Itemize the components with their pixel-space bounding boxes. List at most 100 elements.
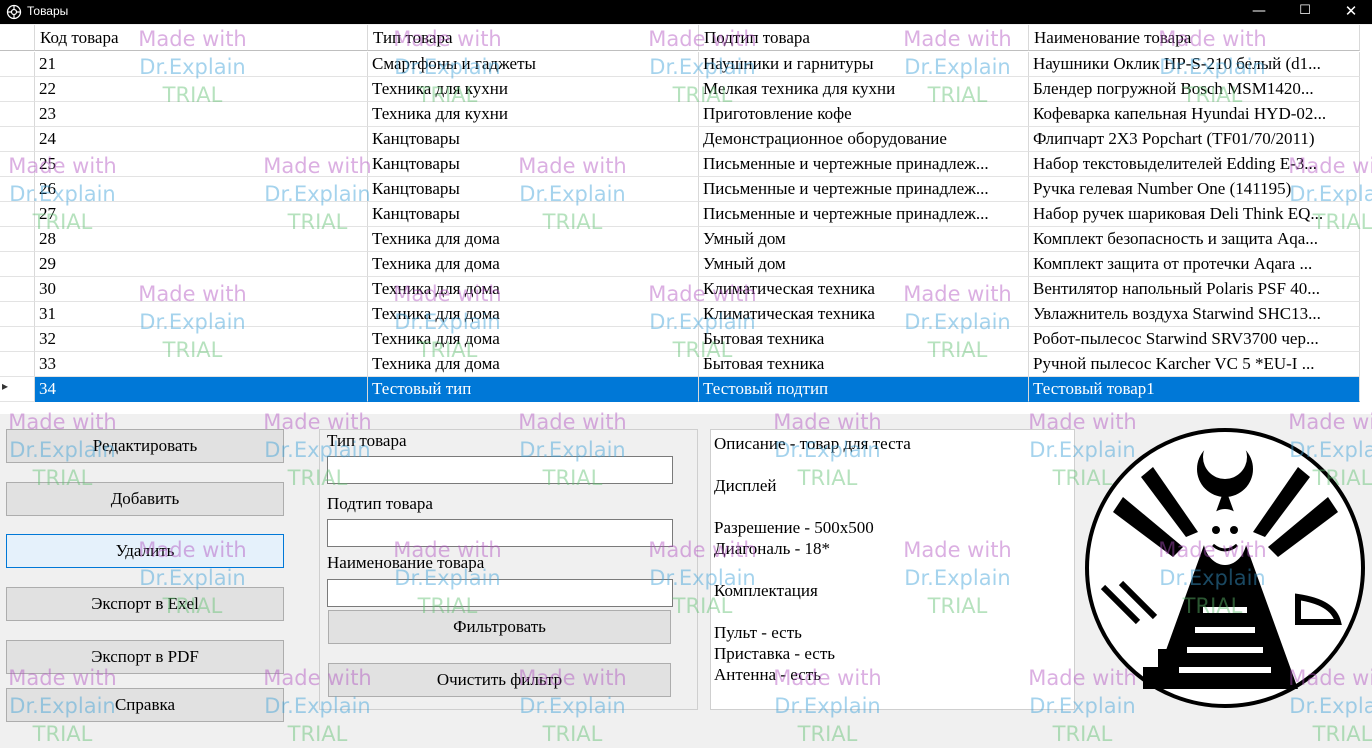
cell-subtype[interactable]: Умный дом bbox=[699, 227, 1029, 252]
filter-button[interactable]: Фильтровать bbox=[328, 610, 671, 644]
cell-type[interactable]: Техника для дома bbox=[368, 252, 699, 277]
export-excel-button[interactable]: Экспорт в Exel bbox=[6, 587, 284, 621]
column-header-type[interactable]: Тип товара bbox=[368, 25, 699, 51]
row-header[interactable] bbox=[0, 352, 35, 377]
cell-type[interactable]: Техника для дома bbox=[368, 352, 699, 377]
cell-name[interactable]: Блендер погружной Bosch MSM1420... bbox=[1029, 77, 1360, 102]
row-header[interactable] bbox=[0, 277, 35, 302]
cell-code[interactable]: 26 bbox=[35, 177, 368, 202]
table-row[interactable]: 21 Смартфоны и гаджеты Наушники и гарнитур… bbox=[0, 52, 1360, 77]
cell-subtype[interactable]: Мелкая техника для кухни bbox=[699, 77, 1029, 102]
row-header[interactable] bbox=[0, 152, 35, 177]
table-row[interactable]: 33 Техника для дома Бытовая техника Ручной … bbox=[0, 352, 1360, 377]
cell-name[interactable]: Комплект безопасность и защита Aqa... bbox=[1029, 227, 1360, 252]
cell-code[interactable]: 33 bbox=[35, 352, 368, 377]
table-row[interactable]: 29 Техника для дома Умный дом Комплект защи… bbox=[0, 252, 1360, 277]
cell-subtype[interactable]: Умный дом bbox=[699, 252, 1029, 277]
cell-name[interactable]: Наушники Оклик HP-S-210 белый (d1... bbox=[1029, 52, 1360, 77]
maximize-button[interactable]: ☐ bbox=[1282, 0, 1328, 24]
cell-name[interactable]: Вентилятор напольный Polaris PSF 40... bbox=[1029, 277, 1360, 302]
cell-type[interactable]: Канцтовары bbox=[368, 127, 699, 152]
row-header[interactable] bbox=[0, 327, 35, 352]
cell-code[interactable]: 27 bbox=[35, 202, 368, 227]
row-header[interactable] bbox=[0, 52, 35, 77]
row-header[interactable] bbox=[0, 177, 35, 202]
table-row[interactable]: 28 Техника для дома Умный дом Комплект безо… bbox=[0, 227, 1360, 252]
delete-button[interactable]: Удалить bbox=[6, 534, 284, 568]
cell-name[interactable]: Ручной пылесос Karcher VC 5 *EU-I ... bbox=[1029, 352, 1360, 377]
add-button[interactable]: Добавить bbox=[6, 482, 284, 516]
close-button[interactable]: ✕ bbox=[1328, 0, 1372, 24]
cell-type[interactable]: Канцтовары bbox=[368, 152, 699, 177]
row-header[interactable] bbox=[0, 302, 35, 327]
clear-filter-button[interactable]: Очистить фильтр bbox=[328, 663, 671, 697]
table-row[interactable]: 30 Техника для дома Климатическая техника В… bbox=[0, 277, 1360, 302]
row-header[interactable] bbox=[0, 77, 35, 102]
cell-subtype[interactable]: Бытовая техника bbox=[699, 352, 1029, 377]
cell-code[interactable]: 21 bbox=[35, 52, 368, 77]
cell-subtype[interactable]: Демонстрационное оборудование bbox=[699, 127, 1029, 152]
products-grid[interactable]: Код товара Тип товара Подтип товара Наим… bbox=[0, 25, 1372, 414]
column-header-code[interactable]: Код товара bbox=[35, 25, 368, 51]
row-header[interactable] bbox=[0, 127, 35, 152]
cell-subtype[interactable]: Приготовление кофе bbox=[699, 102, 1029, 127]
cell-type[interactable]: Техника для дома bbox=[368, 277, 699, 302]
cell-code[interactable]: 31 bbox=[35, 302, 368, 327]
cell-name[interactable]: Увлажнитель воздуха Starwind SHC13... bbox=[1029, 302, 1360, 327]
cell-code[interactable]: 30 bbox=[35, 277, 368, 302]
cell-name[interactable]: Ручка гелевая Number One (141195) bbox=[1029, 177, 1360, 202]
row-header[interactable] bbox=[0, 202, 35, 227]
cell-subtype[interactable]: Климатическая техника bbox=[699, 302, 1029, 327]
table-row[interactable]: 32 Техника для дома Бытовая техника Робот-п… bbox=[0, 327, 1360, 352]
cell-subtype[interactable]: Бытовая техника bbox=[699, 327, 1029, 352]
table-row[interactable]: 23 Техника для кухни Приготовление кофе Коф… bbox=[0, 102, 1360, 127]
name-filter-input[interactable] bbox=[327, 579, 673, 607]
product-description[interactable]: Описание - товар для теста Дисплей Разре… bbox=[710, 429, 1075, 710]
cell-subtype[interactable]: Письменные и чертежные принадлеж... bbox=[699, 202, 1029, 227]
column-header-subtype[interactable]: Подтип товара bbox=[699, 25, 1029, 51]
export-pdf-button[interactable]: Экспорт в PDF bbox=[6, 640, 284, 674]
cell-name[interactable]: Флипчарт 2X3 Popchart (TF01/70/2011) bbox=[1029, 127, 1360, 152]
minimize-button[interactable]: — bbox=[1236, 0, 1282, 24]
table-row[interactable]: 27 Канцтовары Письменные и чертежные прина… bbox=[0, 202, 1360, 227]
cell-code[interactable]: 34 bbox=[35, 377, 368, 402]
cell-name[interactable]: Робот-пылесос Starwind SRV3700 чер... bbox=[1029, 327, 1360, 352]
row-header[interactable] bbox=[0, 252, 35, 277]
cell-type[interactable]: Тестовый тип bbox=[368, 377, 699, 402]
cell-subtype[interactable]: Климатическая техника bbox=[699, 277, 1029, 302]
cell-type[interactable]: Техника для дома bbox=[368, 227, 699, 252]
cell-code[interactable]: 24 bbox=[35, 127, 368, 152]
row-header[interactable] bbox=[0, 102, 35, 127]
cell-name[interactable]: Набор текстовыделителей Edding E-3... bbox=[1029, 152, 1360, 177]
cell-subtype[interactable]: Письменные и чертежные принадлеж... bbox=[699, 152, 1029, 177]
cell-code[interactable]: 23 bbox=[35, 102, 368, 127]
cell-type[interactable]: Канцтовары bbox=[368, 177, 699, 202]
cell-type[interactable]: Смартфоны и гаджеты bbox=[368, 52, 699, 77]
table-row[interactable]: 34Тестовый типТестовый подтипТестовый то… bbox=[0, 377, 1360, 402]
table-row[interactable]: 25 Канцтовары Письменные и чертежные прина… bbox=[0, 152, 1360, 177]
table-row[interactable]: 31 Техника для дома Климатическая техника У… bbox=[0, 302, 1360, 327]
cell-code[interactable]: 28 bbox=[35, 227, 368, 252]
type-filter-input[interactable] bbox=[327, 456, 673, 484]
help-button[interactable]: Справка bbox=[6, 688, 284, 722]
cell-code[interactable]: 25 bbox=[35, 152, 368, 177]
row-header[interactable] bbox=[0, 377, 35, 402]
table-row[interactable]: 22 Техника для кухни Мелкая техника для ку… bbox=[0, 77, 1360, 102]
cell-type[interactable]: Техника для дома bbox=[368, 302, 699, 327]
cell-subtype[interactable]: Наушники и гарнитуры bbox=[699, 52, 1029, 77]
row-header[interactable] bbox=[0, 227, 35, 252]
cell-name[interactable]: Набор ручек шариковая Deli Think EQ... bbox=[1029, 202, 1360, 227]
subtype-filter-input[interactable] bbox=[327, 519, 673, 547]
table-row[interactable]: 24 Канцтовары Демонстрационное оборудовани… bbox=[0, 127, 1360, 152]
cell-name[interactable]: Кофеварка капельная Hyundai HYD-02... bbox=[1029, 102, 1360, 127]
cell-subtype[interactable]: Тестовый подтип bbox=[699, 377, 1029, 402]
table-row[interactable]: 26 Канцтовары Письменные и чертежные прина… bbox=[0, 177, 1360, 202]
cell-code[interactable]: 29 bbox=[35, 252, 368, 277]
cell-code[interactable]: 32 bbox=[35, 327, 368, 352]
cell-type[interactable]: Канцтовары bbox=[368, 202, 699, 227]
cell-type[interactable]: Техника для кухни bbox=[368, 102, 699, 127]
cell-name[interactable]: Тестовый товар1 bbox=[1029, 377, 1360, 402]
cell-name[interactable]: Комплект защита от протечки Aqara ... bbox=[1029, 252, 1360, 277]
edit-button[interactable]: Редактировать bbox=[6, 429, 284, 463]
cell-type[interactable]: Техника для кухни bbox=[368, 77, 699, 102]
